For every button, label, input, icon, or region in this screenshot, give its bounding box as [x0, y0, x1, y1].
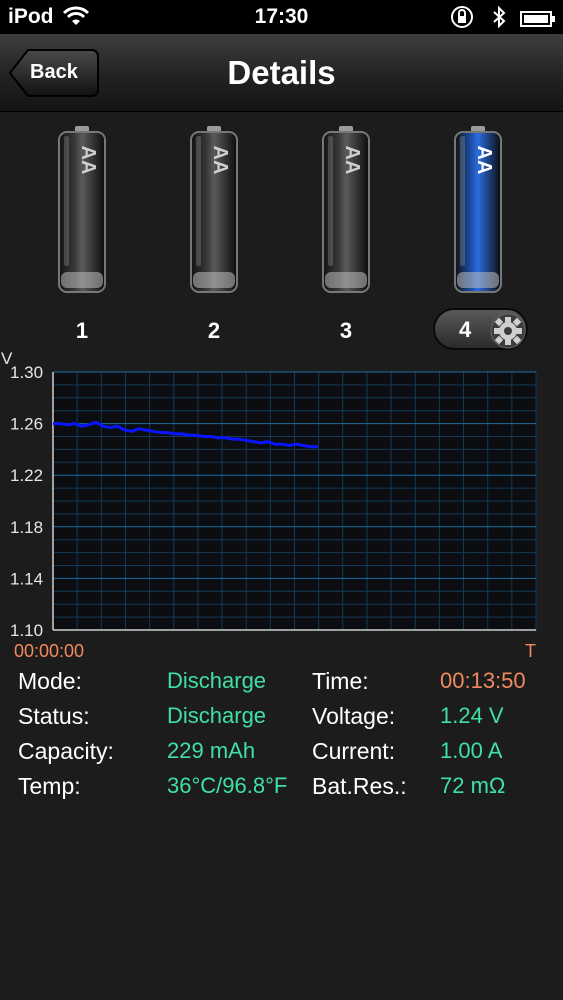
page-title: Details: [227, 54, 336, 91]
time-value: 00:13:50: [440, 668, 526, 693]
mode-label: Mode:: [18, 668, 82, 694]
metrics-row-temp: Temp: 36°C/96.8°F Bat.Res.: 72 mΩ: [0, 773, 563, 807]
battery-icon: [520, 9, 556, 33]
status-bar: iPod 17:30: [0, 0, 563, 34]
y-tick-label: 1.26: [10, 415, 43, 434]
temp-value: 36°C/96.8°F: [167, 773, 288, 798]
y-tick-label: 1.10: [10, 621, 43, 640]
battery-type-label: AA: [341, 146, 363, 175]
current-value: 1.00 A: [440, 738, 503, 763]
battery-slot-number-1: 1: [75, 318, 89, 343]
x-axis-label: T: [525, 641, 536, 661]
battery-slot-3[interactable]: AA: [316, 122, 376, 302]
status-value: Discharge: [167, 703, 267, 728]
battery-type-label: AA: [209, 146, 231, 175]
y-tick-label: 1.22: [10, 466, 43, 485]
orientation-lock-icon: [450, 5, 476, 35]
metrics-row-capacity: Capacity: 229 mAh Current: 1.00 A: [0, 738, 563, 772]
bluetooth-icon: [490, 5, 508, 35]
y-tick-label: 1.18: [10, 518, 43, 537]
battery-resistance-label: Bat.Res.:: [312, 773, 407, 799]
temp-label: Temp:: [18, 773, 81, 799]
navigation-bar: Back Details: [0, 34, 563, 112]
battery-type-label: AA: [473, 146, 495, 175]
slot-4-settings-button[interactable]: 4: [433, 308, 528, 350]
voltage-value: 1.24 V: [440, 703, 504, 728]
capacity-label: Capacity:: [18, 738, 114, 764]
battery-slot-4[interactable]: AA: [448, 122, 508, 302]
battery-type-label: AA: [77, 146, 99, 175]
battery-slot-number-3: 3: [339, 318, 353, 343]
voltage-label: Voltage:: [312, 703, 396, 729]
status-label: Status:: [18, 703, 90, 729]
battery-slot-1[interactable]: AA: [52, 122, 112, 302]
metrics-row-status: Status: Discharge Voltage: 1.24 V: [0, 703, 563, 737]
mode-value: Discharge: [167, 668, 267, 693]
battery-slot-2[interactable]: AA: [184, 122, 244, 302]
time-label: Time:: [312, 668, 369, 694]
y-axis-label: V: [1, 349, 13, 368]
current-label: Current:: [312, 738, 396, 764]
slot-4-number: 4: [459, 317, 472, 342]
status-time: 17:30: [254, 5, 309, 28]
y-tick-label: 1.14: [10, 569, 43, 588]
capacity-value: 229 mAh: [167, 738, 256, 763]
voltage-chart: 1.30 1.26 1.22 1.18 1.14 1.10 V 00:00:00 T: [0, 345, 563, 665]
battery-slot-number-2: 2: [207, 318, 221, 343]
y-tick-label: 1.30: [10, 363, 43, 382]
battery-resistance-value: 72 mΩ: [440, 773, 506, 798]
x-start-label: 00:00:00: [14, 641, 84, 661]
metrics-row-mode: Mode: Discharge Time: 00:13:50: [0, 668, 563, 702]
